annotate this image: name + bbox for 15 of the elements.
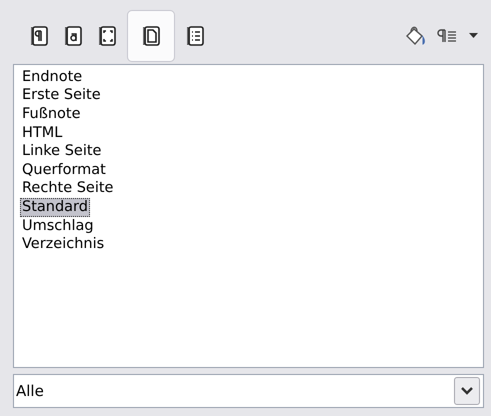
style-item[interactable]: Umschlag: [20, 216, 96, 236]
style-item[interactable]: Fußnote: [20, 104, 83, 124]
style-item[interactable]: Rechte Seite: [20, 179, 116, 198]
page-styles-icon[interactable]: [127, 10, 175, 62]
style-item[interactable]: Querformat: [20, 160, 108, 180]
new-style-icon[interactable]: [437, 27, 459, 45]
style-item[interactable]: HTML: [20, 124, 64, 143]
style-item[interactable]: Standard: [20, 198, 90, 217]
filter-value: Alle: [16, 382, 44, 400]
style-item[interactable]: Verzeichnis: [20, 235, 106, 254]
filter-dropdown[interactable]: Alle: [13, 374, 484, 408]
style-item[interactable]: Erste Seite: [20, 86, 103, 106]
style-item[interactable]: Endnote: [20, 68, 84, 87]
dropdown-caret-icon[interactable]: [469, 33, 478, 39]
style-item[interactable]: Linke Seite: [20, 142, 104, 162]
